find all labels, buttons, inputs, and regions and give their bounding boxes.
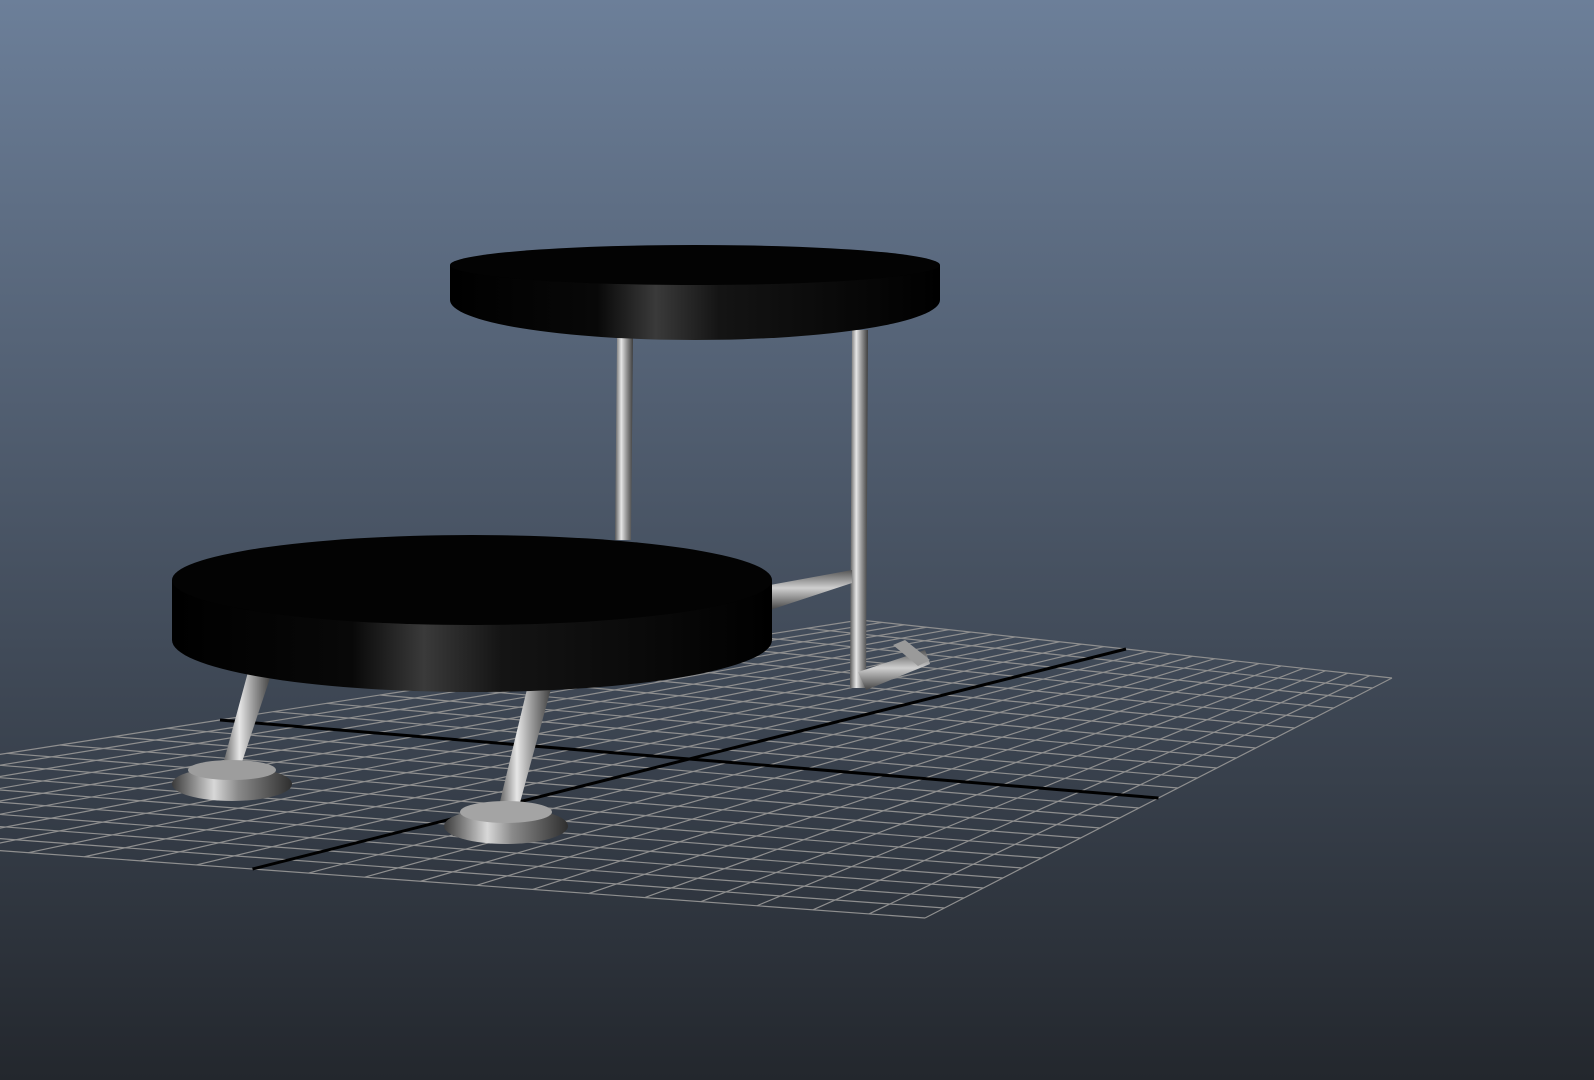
- viewport-canvas[interactable]: [0, 0, 1594, 1080]
- viewport-background: [0, 0, 1594, 1080]
- back-seat-top: [450, 245, 940, 285]
- front-right-foot-top: [460, 801, 552, 823]
- stool-front-seat[interactable]: [172, 535, 772, 692]
- back-right-leg: [850, 330, 868, 688]
- perspective-viewport[interactable]: [0, 0, 1594, 1080]
- stool-back-seat[interactable]: [450, 245, 940, 340]
- front-seat-top: [172, 535, 772, 625]
- front-left-foot-top: [188, 760, 276, 780]
- back-left-leg: [615, 338, 633, 540]
